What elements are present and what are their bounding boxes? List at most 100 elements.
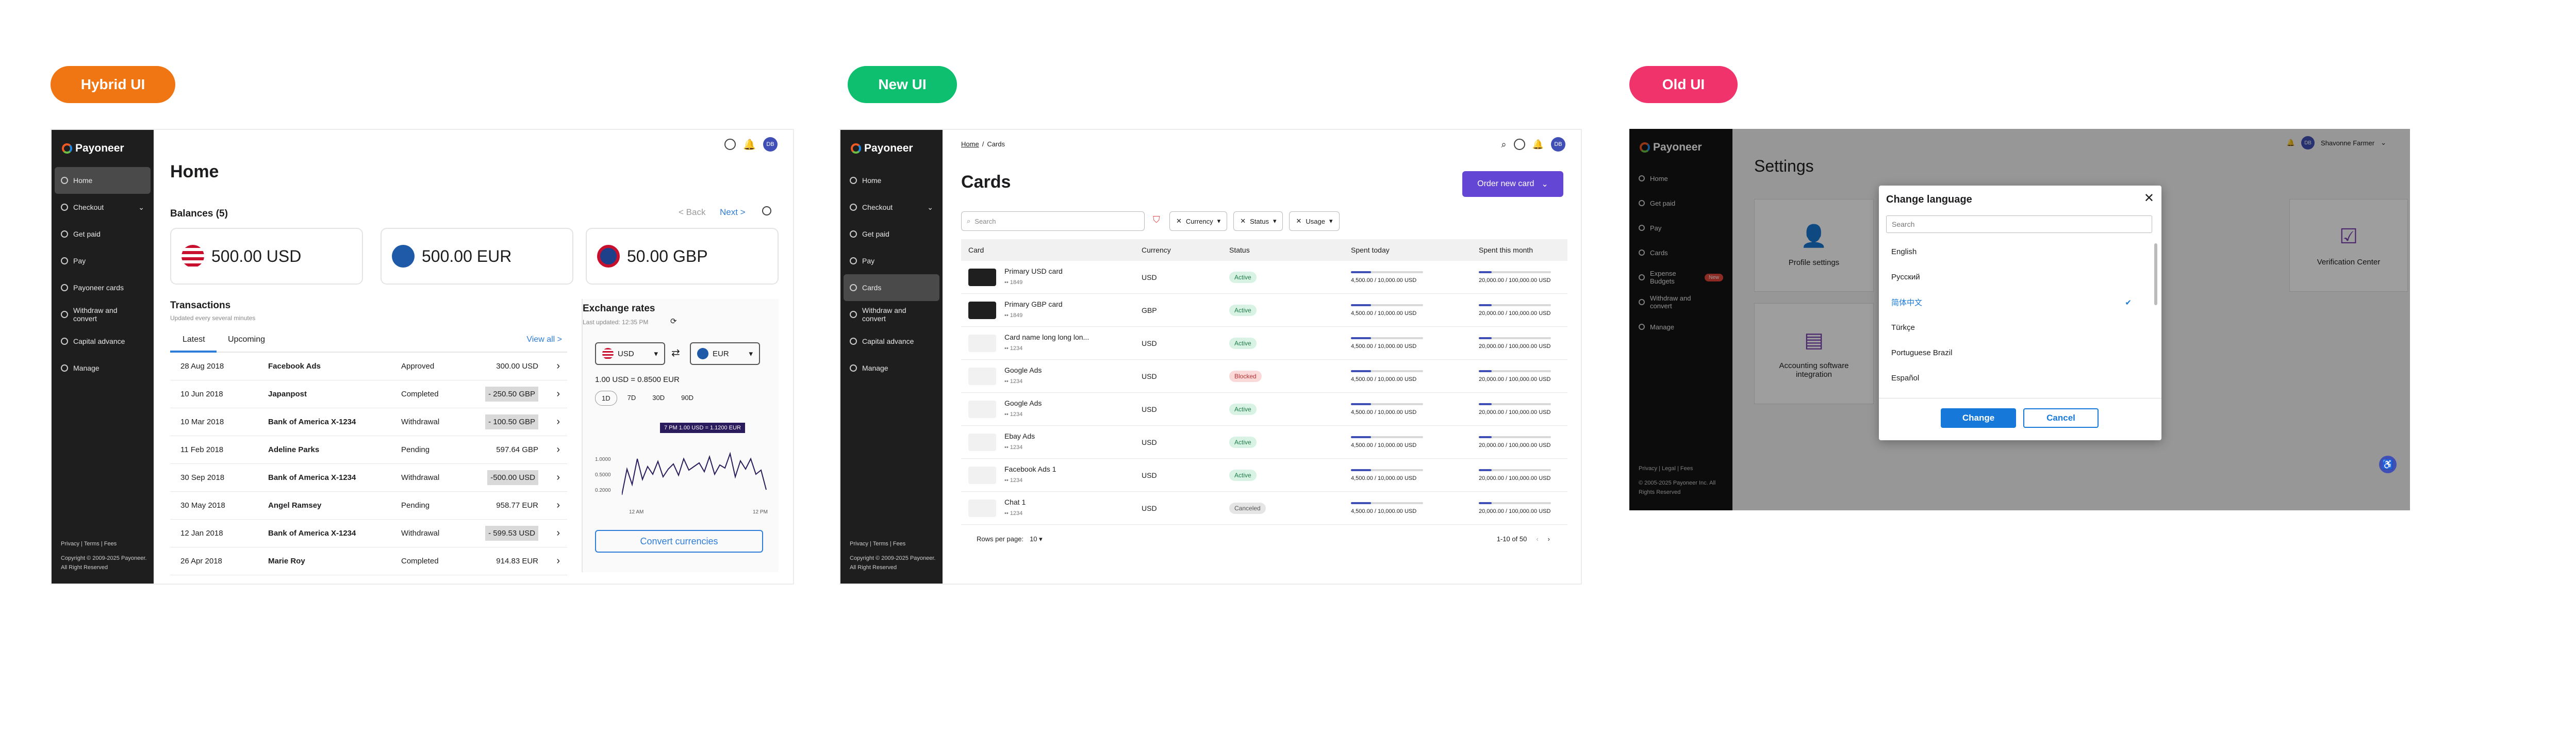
table-row[interactable]: Google Ads •• 1234 USD Active 4,500.00 /…	[961, 393, 1567, 426]
language-option[interactable]: 简体中文 ✔	[1886, 290, 2152, 315]
transaction-row[interactable]: 26 Apr 2018 Marie Roy Completed 914.83 E…	[170, 547, 567, 575]
balance-card-usd[interactable]: 500.00 USD	[170, 228, 363, 285]
filter-icon[interactable]: ⛉	[1153, 214, 1160, 225]
card-currency: USD	[1142, 405, 1157, 413]
bell-icon[interactable]: 🔔	[1532, 139, 1544, 150]
settings-gear-icon[interactable]	[762, 206, 771, 215]
table-row[interactable]: Primary GBP card •• 1849 GBP Active 4,50…	[961, 294, 1567, 327]
balance-card-eur[interactable]: 500.00 EUR	[381, 228, 573, 285]
sidebar-item-get-paid[interactable]: Get paid	[840, 221, 943, 247]
filter-status[interactable]: ✕ Status ▾	[1233, 211, 1283, 231]
sidebar-item-manage[interactable]: Manage	[840, 355, 943, 381]
sidebar-item-home[interactable]: Home	[55, 167, 151, 194]
home-icon	[850, 177, 857, 184]
breadcrumb-home[interactable]: Home	[961, 140, 979, 148]
transactions-list: 28 Aug 2018 Facebook Ads Approved 300.00…	[170, 353, 567, 579]
sidebar-item-cards[interactable]: Payoneer cards	[52, 274, 154, 301]
language-option[interactable]: Español	[1886, 365, 2152, 391]
footer-links[interactable]: Privacy | Terms | Fees	[61, 539, 148, 548]
sidebar-item-withdraw[interactable]: Withdraw and convert	[840, 301, 943, 328]
card-thumbnail	[968, 301, 996, 319]
sidebar-item-manage[interactable]: Manage	[52, 355, 154, 381]
help-icon[interactable]	[1513, 139, 1525, 150]
footer-links[interactable]: Privacy | Terms | Fees	[850, 539, 937, 548]
status-badge: Canceled	[1229, 502, 1266, 514]
table-row[interactable]: Ebay Ads •• 1234 USD Active 4,500.00 / 1…	[961, 426, 1567, 459]
language-search-input[interactable]: Search	[1886, 215, 2152, 233]
scrollbar[interactable]	[2154, 243, 2157, 305]
refresh-icon[interactable]: ⟳	[670, 317, 677, 326]
search-icon[interactable]: ⌕	[1501, 139, 1506, 150]
sidebar-item-capital[interactable]: Capital advance	[840, 328, 943, 355]
table-row[interactable]: Facebook Ads 1 •• 1234 USD Active 4,500.…	[961, 459, 1567, 492]
transaction-row[interactable]: 28 Aug 2018 Facebook Ads Approved 300.00…	[170, 353, 567, 380]
card-number: •• 1849	[1004, 312, 1023, 319]
cancel-button[interactable]: Cancel	[2023, 408, 2099, 428]
period-1d[interactable]: 1D	[595, 391, 617, 406]
sidebar-item-capital[interactable]: Capital advance	[52, 328, 154, 355]
next-link[interactable]: Next >	[720, 207, 746, 218]
from-currency-select[interactable]: USD ▾	[595, 342, 665, 365]
transaction-row[interactable]: 30 May 2018 Angel Ramsey Pending 958.77 …	[170, 492, 567, 520]
spent-month-bar	[1479, 304, 1551, 306]
search-input[interactable]: ⌕ Search	[961, 211, 1145, 231]
table-row[interactable]: Google Ads •• 1234 USD Blocked 4,500.00 …	[961, 360, 1567, 393]
language-option[interactable]: Русский	[1886, 264, 2152, 290]
tab-upcoming[interactable]: Upcoming	[228, 335, 265, 344]
balance-card-gbp[interactable]: 50.00 GBP	[586, 228, 779, 285]
avatar[interactable]: DB	[1551, 137, 1565, 152]
sidebar-item-pay[interactable]: Pay	[840, 247, 943, 274]
accessibility-icon[interactable]: ♿	[2379, 456, 2397, 473]
table-row[interactable]: Card name long long lon... •• 1234 USD A…	[961, 327, 1567, 360]
close-icon[interactable]: ✕	[1240, 217, 1246, 225]
next-page-icon[interactable]: ›	[1548, 535, 1550, 543]
period-7d[interactable]: 7D	[621, 391, 642, 406]
help-icon[interactable]	[724, 139, 736, 150]
view-all-link[interactable]: View all >	[526, 335, 562, 344]
language-option[interactable]: Portuguese Brazil	[1886, 340, 2152, 365]
filter-currency[interactable]: ✕ Currency ▾	[1169, 211, 1228, 231]
period-30d[interactable]: 30D	[646, 391, 671, 406]
tx-date: 30 Sep 2018	[180, 473, 225, 482]
transaction-row[interactable]: 10 Jun 2018 Japanpost Completed - 250.50…	[170, 380, 567, 408]
table-row[interactable]: Chat 1 •• 1234 USD Canceled 4,500.00 / 1…	[961, 492, 1567, 525]
swap-icon[interactable]: ⇄	[671, 346, 680, 359]
back-link[interactable]: < Back	[679, 207, 705, 218]
language-option[interactable]: English	[1886, 239, 2152, 264]
period-toggle: 1D 7D 30D 90D	[595, 391, 700, 406]
language-option[interactable]: Türkçe	[1886, 315, 2152, 340]
spent-month-bar	[1479, 403, 1551, 405]
to-currency-select[interactable]: EUR ▾	[690, 342, 760, 365]
close-icon[interactable]: ✕	[1296, 217, 1301, 225]
sidebar-item-get-paid[interactable]: Get paid	[52, 221, 154, 247]
transaction-row[interactable]: 12 Jan 2018 Bank of America X-1234 Withd…	[170, 520, 567, 547]
tab-latest[interactable]: Latest	[183, 335, 205, 344]
card-name: Google Ads	[1004, 366, 1042, 374]
sidebar-item-pay[interactable]: Pay	[52, 247, 154, 274]
sidebar-item-checkout[interactable]: Checkout ⌄	[840, 194, 943, 221]
prev-page-icon[interactable]: ‹	[1536, 535, 1538, 543]
convert-currencies-button[interactable]: Convert currencies	[595, 530, 763, 553]
change-button[interactable]: Change	[1941, 408, 2016, 428]
sidebar-item-checkout[interactable]: Checkout ⌄	[52, 194, 154, 221]
rows-per-page-select[interactable]: 10 ▾	[1030, 535, 1043, 543]
order-new-card-button[interactable]: Order new card ⌄	[1462, 171, 1563, 197]
sidebar-item-cards[interactable]: Cards	[844, 274, 939, 301]
avatar[interactable]: DB	[763, 137, 778, 152]
filter-usage[interactable]: ✕ Usage ▾	[1289, 211, 1340, 231]
transaction-row[interactable]: 11 Feb 2018 Adeline Parks Pending 597.64…	[170, 436, 567, 464]
table-row[interactable]: Primary USD card •• 1849 USD Active 4,50…	[961, 261, 1567, 294]
card-icon	[61, 284, 68, 291]
transaction-row[interactable]: 10 Mar 2018 Bank of America X-1234 Withd…	[170, 408, 567, 436]
close-icon[interactable]: ✕	[1176, 217, 1182, 225]
sidebar-item-withdraw[interactable]: Withdraw and convert	[52, 301, 154, 328]
close-icon[interactable]: ✕	[2144, 191, 2154, 206]
sidebar-item-home[interactable]: Home	[840, 167, 943, 194]
transactions-title: Transactions	[170, 300, 231, 311]
nav-label: Capital advance	[862, 337, 914, 345]
tx-amount: 300.00 USD	[496, 362, 538, 371]
language-label: Русский	[1891, 273, 1920, 281]
bell-icon[interactable]: 🔔	[743, 138, 756, 151]
transaction-row[interactable]: 30 Sep 2018 Bank of America X-1234 Withd…	[170, 464, 567, 492]
period-90d[interactable]: 90D	[675, 391, 700, 406]
